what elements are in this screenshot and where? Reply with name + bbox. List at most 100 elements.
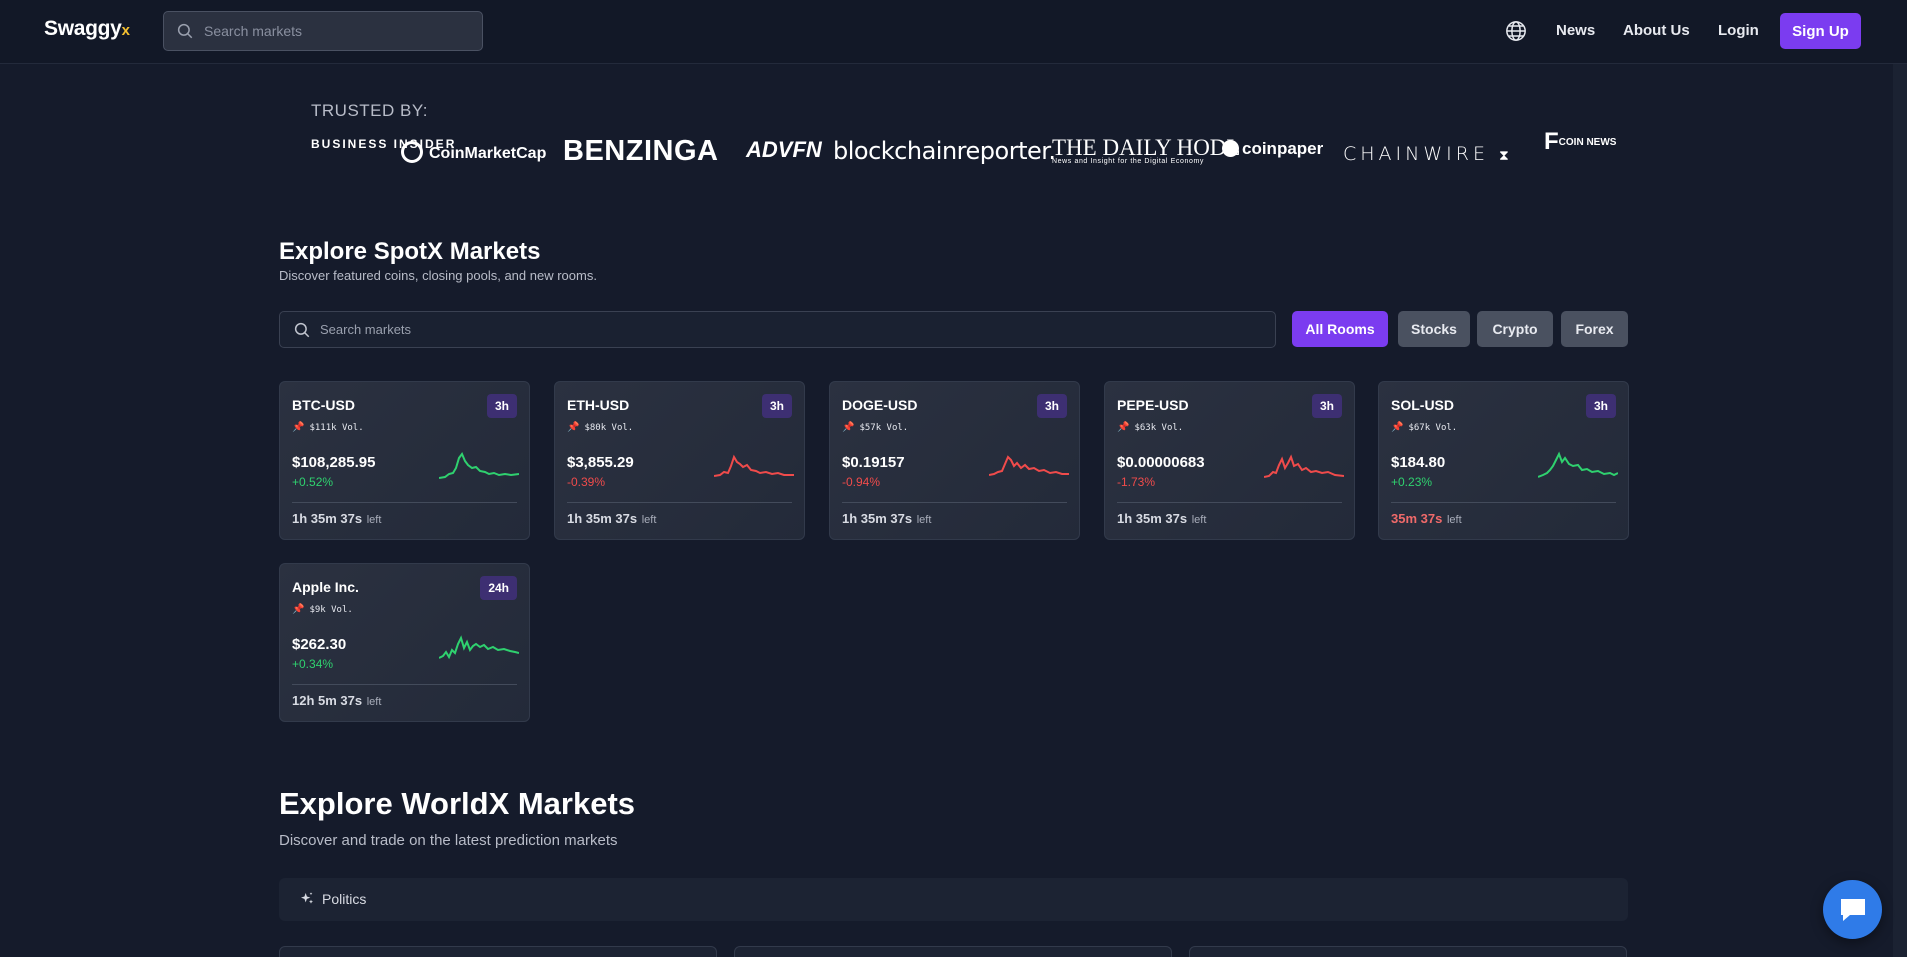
nav-news-link[interactable]: News bbox=[1556, 22, 1595, 39]
duration-badge: 3h bbox=[486, 394, 517, 418]
time-left: 1h 35m 37s left bbox=[1117, 511, 1206, 526]
prediction-card[interactable] bbox=[734, 946, 1172, 957]
volume-value: $80k Vol. bbox=[584, 423, 634, 433]
duration-badge: 3h bbox=[1036, 394, 1067, 418]
nav-about-link[interactable]: About Us bbox=[1623, 22, 1690, 39]
price-change: +0.34% bbox=[292, 657, 334, 671]
trusted-by-label: TRUSTED BY: bbox=[311, 101, 428, 120]
top-nav: Swaggyx News About Us Login Sign Up bbox=[0, 0, 1907, 64]
duration-badge: 3h bbox=[1311, 394, 1342, 418]
pin-icon: 📌 bbox=[292, 422, 305, 433]
globe-icon[interactable] bbox=[1505, 20, 1527, 42]
coinpaper-logo: coinpaper bbox=[1222, 139, 1323, 159]
card-divider bbox=[842, 502, 1067, 503]
market-price: $108,285.95 bbox=[292, 454, 376, 471]
market-card-eth[interactable]: ETH-USD 3h 📌 $80k Vol. $3,855.29 -0.39% 1… bbox=[554, 381, 805, 540]
spotx-subtitle: Discover featured coins, closing pools, … bbox=[279, 268, 597, 283]
advfn-logo: ADVFN bbox=[746, 137, 822, 162]
card-divider bbox=[567, 502, 792, 503]
filter-crypto[interactable]: Crypto bbox=[1477, 311, 1553, 347]
pin-icon: 📌 bbox=[567, 422, 580, 433]
search-icon bbox=[177, 23, 193, 39]
coin-news-logo: FCOIN NEWS bbox=[1544, 130, 1616, 154]
filter-forex[interactable]: Forex bbox=[1561, 311, 1628, 347]
market-name: ETH-USD bbox=[567, 397, 630, 413]
volume-label: 📌 $9k Vol. bbox=[292, 604, 353, 615]
volume-label: 📌 $63k Vol. bbox=[1117, 422, 1183, 433]
market-name: BTC-USD bbox=[292, 397, 355, 413]
time-left-suffix: left bbox=[1446, 514, 1462, 526]
filter-all-rooms[interactable]: All Rooms bbox=[1292, 311, 1388, 347]
chainwire-logo: CHAINWIRE ⧗ bbox=[1343, 143, 1509, 165]
time-left-value: 12h 5m 37s bbox=[292, 693, 363, 708]
coinpaper-text: coinpaper bbox=[1242, 139, 1324, 158]
scrollbar[interactable] bbox=[1893, 64, 1907, 957]
filter-stocks[interactable]: Stocks bbox=[1398, 311, 1470, 347]
time-left-suffix: left bbox=[366, 696, 382, 708]
category-label: Politics bbox=[322, 891, 367, 907]
price-change: -0.94% bbox=[842, 475, 881, 489]
volume-value: $63k Vol. bbox=[1134, 423, 1184, 433]
chat-button[interactable] bbox=[1823, 880, 1882, 939]
time-left: 1h 35m 37s left bbox=[842, 511, 931, 526]
signup-button[interactable]: Sign Up bbox=[1780, 13, 1861, 49]
sparkline bbox=[989, 455, 1069, 476]
market-name: SOL-USD bbox=[1391, 397, 1454, 413]
chainwire-mark-icon: ⧗ bbox=[1499, 148, 1509, 164]
market-name: DOGE-USD bbox=[842, 397, 918, 413]
market-search-box[interactable] bbox=[279, 311, 1276, 348]
market-card-apple[interactable]: Apple Inc. 24h 📌 $9k Vol. $262.30 +0.34% … bbox=[279, 563, 530, 722]
market-price: $184.80 bbox=[1391, 454, 1446, 471]
category-politics[interactable]: Politics bbox=[279, 878, 1628, 921]
coinmarketcap-text: CoinMarketCap bbox=[429, 145, 547, 162]
volume-label: 📌 $80k Vol. bbox=[567, 422, 633, 433]
prediction-card[interactable] bbox=[1189, 946, 1627, 957]
time-left-value: 1h 35m 37s bbox=[292, 511, 363, 526]
sparkle-icon bbox=[301, 892, 313, 904]
duration-badge: 24h bbox=[480, 576, 517, 600]
duration-badge: 3h bbox=[761, 394, 792, 418]
chainwire-text: CHAINWIRE bbox=[1343, 143, 1489, 165]
coinmarketcap-mark-icon bbox=[401, 141, 423, 163]
card-divider bbox=[1117, 502, 1342, 503]
time-left: 35m 37s left bbox=[1391, 511, 1462, 526]
pin-icon: 📌 bbox=[842, 422, 855, 433]
time-left: 1h 35m 37s left bbox=[567, 511, 656, 526]
coin-news-mark-icon: F bbox=[1544, 128, 1559, 155]
top-search-box[interactable] bbox=[163, 11, 483, 51]
prediction-card[interactable] bbox=[279, 946, 717, 957]
market-price: $262.30 bbox=[292, 636, 347, 653]
volume-label: 📌 $67k Vol. bbox=[1391, 422, 1457, 433]
brand-suffix: x bbox=[121, 22, 130, 39]
price-change: -1.73% bbox=[1117, 475, 1156, 489]
time-left-value: 1h 35m 37s bbox=[842, 511, 913, 526]
market-price: $3,855.29 bbox=[567, 454, 634, 471]
search-icon bbox=[294, 322, 310, 338]
market-card-btc[interactable]: BTC-USD 3h 📌 $111k Vol. $108,285.95 +0.52… bbox=[279, 381, 530, 540]
duration-badge: 3h bbox=[1585, 394, 1616, 418]
sparkline bbox=[1538, 451, 1618, 478]
sparkline bbox=[1264, 454, 1344, 478]
pin-icon: 📌 bbox=[1391, 422, 1404, 433]
volume-value: $9k Vol. bbox=[309, 605, 353, 615]
volume-label: 📌 $111k Vol. bbox=[292, 422, 364, 433]
pin-icon: 📌 bbox=[292, 604, 305, 615]
top-search-input[interactable] bbox=[204, 12, 474, 50]
market-search-input[interactable] bbox=[320, 312, 1260, 347]
brand-logo[interactable]: Swaggyx bbox=[44, 17, 130, 41]
market-card-doge[interactable]: DOGE-USD 3h 📌 $57k Vol. $0.19157 -0.94% 1… bbox=[829, 381, 1080, 540]
volume-value: $67k Vol. bbox=[1408, 423, 1458, 433]
nav-login-link[interactable]: Login bbox=[1718, 22, 1759, 39]
coinpaper-mark-icon bbox=[1222, 140, 1239, 157]
volume-value: $111k Vol. bbox=[309, 423, 364, 433]
market-card-pepe[interactable]: PEPE-USD 3h 📌 $63k Vol. $0.00000683 -1.73… bbox=[1104, 381, 1355, 540]
volume-label: 📌 $57k Vol. bbox=[842, 422, 908, 433]
market-name: Apple Inc. bbox=[292, 579, 359, 595]
coinmarketcap-logo: CoinMarketCap bbox=[401, 141, 546, 163]
market-card-sol[interactable]: SOL-USD 3h 📌 $67k Vol. $184.80 +0.23% 35m… bbox=[1378, 381, 1629, 540]
blockchainreporter-logo: blockchainreporter. bbox=[833, 137, 1056, 165]
time-left-value: 1h 35m 37s bbox=[567, 511, 638, 526]
sparkline bbox=[714, 454, 794, 477]
card-divider bbox=[292, 502, 517, 503]
worldx-title: Explore WorldX Markets bbox=[279, 786, 636, 821]
